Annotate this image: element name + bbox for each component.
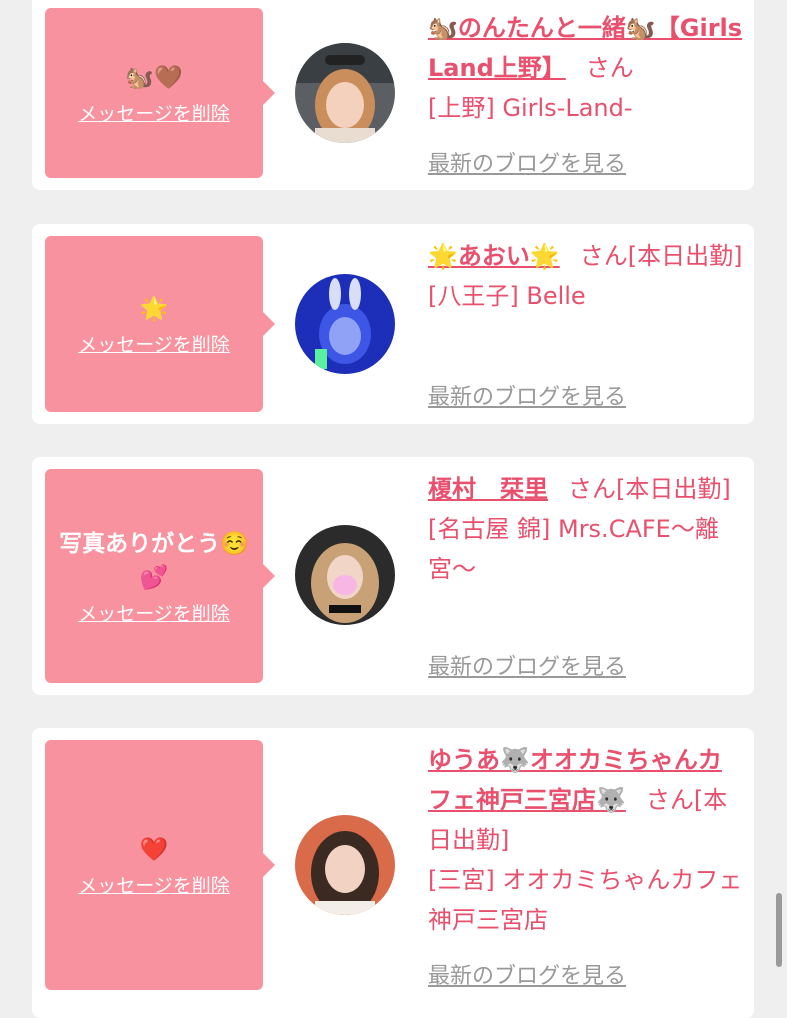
sender-name-link[interactable]: 榎村 栞里 [428, 475, 548, 503]
message-text: ❤️ [139, 836, 169, 863]
delete-message-link[interactable]: メッセージを削除 [78, 330, 230, 357]
message-text: 写真ありがとう☺️💕 [59, 530, 249, 591]
sender-info: 🐿️のんたんと一緒🐿️【Girls Land上野】 さん [上野] Girls-L… [428, 8, 743, 128]
message-card: ❤️ メッセージを削除 ゆうあ🐺オオカミちゃんカフェ神戸三宮店🐺 さん[本日出勤]… [32, 728, 754, 1018]
sender-info: 榎村 栞里 さん[本日出勤] [名古屋 錦] Mrs.CAFE〜離宮〜 [428, 469, 743, 589]
message-bubble: ❤️ メッセージを削除 [45, 740, 275, 990]
avatar[interactable] [295, 43, 395, 143]
avatar[interactable] [295, 815, 395, 915]
sender-info: 🌟あおい🌟 さん[本日出勤] [八王子] Belle [428, 236, 743, 316]
latest-blog-link[interactable]: 最新のブログを見る [428, 958, 626, 990]
honorific: さん [585, 54, 634, 82]
message-card: 🌟 メッセージを削除 🌟あおい🌟 さん[本日出勤] [八王子] Belle 最新の… [32, 224, 754, 424]
delete-message-link[interactable]: メッセージを削除 [78, 99, 230, 126]
honorific: さん[本日出勤] [568, 475, 731, 503]
scrollbar[interactable] [776, 893, 782, 967]
message-bubble: 🐿️🤎 メッセージを削除 [45, 8, 275, 178]
sender-name-link[interactable]: 🌟あおい🌟 [428, 242, 560, 270]
avatar[interactable] [295, 274, 395, 374]
message-bubble: 🌟 メッセージを削除 [45, 236, 275, 412]
shop-info: [三宮] オオカミちゃんカフェ神戸三宮店 [428, 866, 743, 934]
latest-blog-link[interactable]: 最新のブログを見る [428, 379, 626, 411]
latest-blog-link[interactable]: 最新のブログを見る [428, 649, 626, 681]
message-card: 写真ありがとう☺️💕 メッセージを削除 榎村 栞里 さん[本日出勤] [名古屋 錦… [32, 457, 754, 695]
message-card: 🐿️🤎 メッセージを削除 🐿️のんたんと一緒🐿️【Girls Land上野】 さん… [32, 0, 754, 190]
latest-blog-link[interactable]: 最新のブログを見る [428, 146, 626, 178]
delete-message-link[interactable]: メッセージを削除 [78, 599, 230, 626]
message-text: 🐿️🤎 [125, 64, 183, 91]
sender-info: ゆうあ🐺オオカミちゃんカフェ神戸三宮店🐺 さん[本日出勤] [三宮] オオカミちゃ… [428, 740, 743, 940]
avatar[interactable] [295, 525, 395, 625]
shop-info: [八王子] Belle [428, 282, 586, 310]
honorific: さん[本日出勤] [579, 242, 743, 270]
shop-info: [名古屋 錦] Mrs.CAFE〜離宮〜 [428, 515, 719, 583]
message-bubble: 写真ありがとう☺️💕 メッセージを削除 [45, 469, 275, 683]
delete-message-link[interactable]: メッセージを削除 [78, 871, 230, 898]
message-text: 🌟 [139, 295, 169, 322]
shop-info: [上野] Girls-Land- [428, 94, 633, 122]
